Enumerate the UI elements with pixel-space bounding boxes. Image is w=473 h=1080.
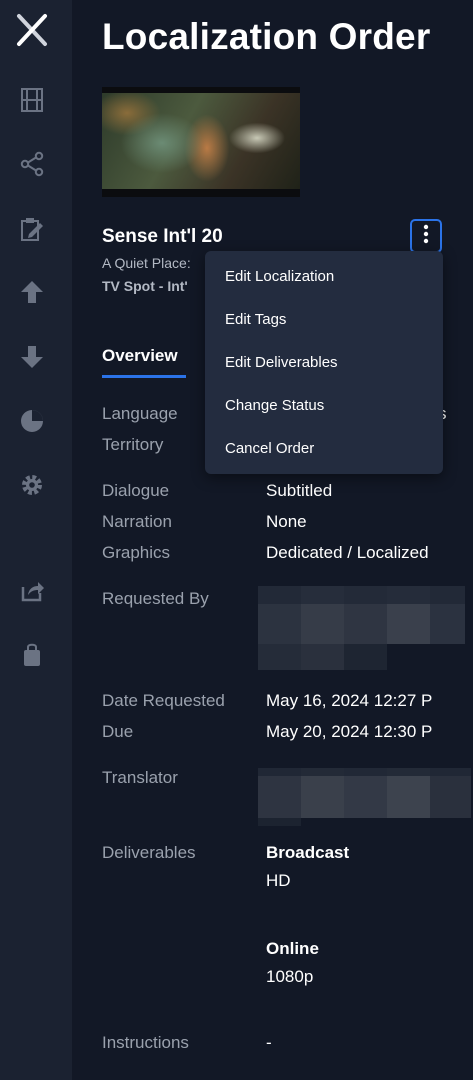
gear-icon[interactable] <box>16 469 48 501</box>
due-value: May 20, 2024 12:30 P <box>266 722 433 741</box>
shopping-bag-icon[interactable] <box>16 639 48 671</box>
x-logo[interactable] <box>16 14 48 46</box>
deliverables-label: Deliverables <box>102 843 196 862</box>
tab-overview[interactable]: Overview <box>102 346 178 366</box>
narration-label: Narration <box>102 512 172 531</box>
clipboard-edit-icon[interactable] <box>16 213 48 245</box>
dialogue-label: Dialogue <box>102 481 170 500</box>
film-icon[interactable] <box>16 84 48 116</box>
menu-item-change-status[interactable]: Change Status <box>225 397 324 414</box>
upload-arrow-icon[interactable] <box>16 276 48 308</box>
deliverable-format-1080p: 1080p <box>266 967 314 986</box>
narration-value: None <box>266 512 307 531</box>
requested-by-label: Requested By <box>102 589 209 608</box>
share-icon[interactable] <box>16 148 48 180</box>
page-title: Localization Order <box>102 16 431 57</box>
asset-type: TV Spot - Int' <box>102 278 188 294</box>
actions-dropdown-menu: Edit Localization Edit Tags Edit Deliver… <box>205 251 443 474</box>
language-label: Language <box>102 404 178 423</box>
share-out-icon[interactable] <box>16 574 48 606</box>
graphics-value: Dedicated / Localized <box>266 543 429 562</box>
instructions-value: - <box>266 1033 272 1052</box>
tab-active-indicator <box>102 375 186 378</box>
pie-chart-icon[interactable] <box>16 405 48 437</box>
date-requested-label: Date Requested <box>102 691 225 710</box>
menu-item-cancel-order[interactable]: Cancel Order <box>225 440 314 457</box>
translator-label: Translator <box>102 768 178 787</box>
deliverable-group-broadcast: Broadcast <box>266 843 350 862</box>
menu-item-edit-deliverables[interactable]: Edit Deliverables <box>225 354 338 371</box>
date-requested-value: May 16, 2024 12:27 P <box>266 691 433 710</box>
deliverable-format-hd: HD <box>266 871 291 890</box>
graphics-label: Graphics <box>102 543 171 562</box>
asset-thumbnail[interactable] <box>102 87 300 197</box>
dialogue-value: Subtitled <box>266 481 333 500</box>
thumbnail-frame <box>102 93 300 189</box>
deliverable-group-online: Online <box>266 939 319 958</box>
due-label: Due <box>102 722 134 741</box>
sidebar <box>0 0 72 1080</box>
asset-subtitle: A Quiet Place: <box>102 255 191 271</box>
menu-item-edit-tags[interactable]: Edit Tags <box>225 311 286 328</box>
download-arrow-icon[interactable] <box>16 341 48 373</box>
main-content: Localization Order Sense Int'l 20 A Quie… <box>102 0 473 1080</box>
asset-name: Sense Int'l 20 <box>102 226 223 247</box>
menu-item-edit-localization[interactable]: Edit Localization <box>225 268 334 285</box>
vertical-ellipsis-icon <box>423 224 429 249</box>
more-actions-button[interactable] <box>410 219 442 253</box>
territory-label: Territory <box>102 435 164 454</box>
instructions-label: Instructions <box>102 1033 189 1052</box>
